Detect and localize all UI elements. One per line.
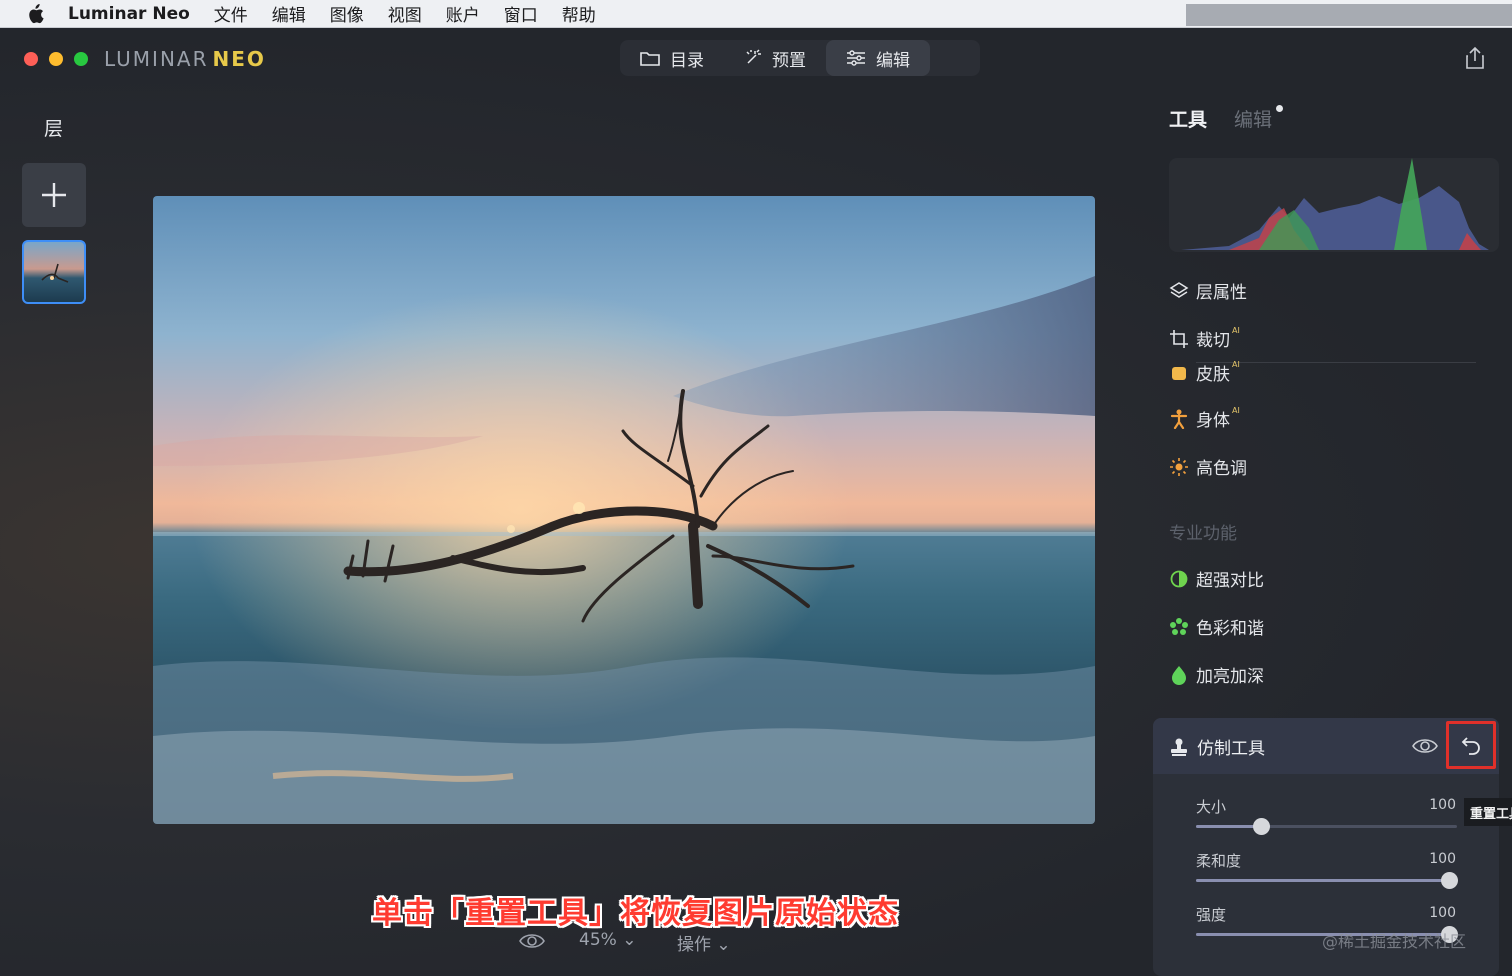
ai-badge: AI bbox=[1232, 360, 1240, 369]
tool-color-harmony-label: 色彩和谐 bbox=[1196, 619, 1264, 639]
menu-app-name[interactable]: Luminar Neo bbox=[68, 4, 190, 24]
menu-window[interactable]: 窗口 bbox=[504, 1, 538, 26]
ai-badge: AI bbox=[1232, 406, 1240, 415]
menubar-status-area bbox=[1186, 4, 1512, 26]
tool-crop-label: 裁切 bbox=[1196, 331, 1230, 351]
before-after-eye-icon[interactable] bbox=[518, 932, 546, 950]
eye-icon[interactable] bbox=[1411, 737, 1439, 755]
tab-edit-label: 编辑 bbox=[876, 50, 910, 71]
slider-opacity-label: 强度 bbox=[1196, 906, 1227, 924]
tool-skin[interactable]: 皮肤 AI bbox=[1168, 360, 1240, 385]
tool-high-key[interactable]: 高色调 bbox=[1168, 454, 1247, 479]
magic-wand-icon bbox=[744, 49, 762, 67]
tab-catalog[interactable]: 目录 bbox=[620, 40, 724, 76]
menu-edit[interactable]: 编辑 bbox=[272, 1, 306, 26]
tool-layer-properties-label: 层属性 bbox=[1196, 283, 1247, 303]
histogram bbox=[1169, 158, 1499, 252]
menu-account[interactable]: 账户 bbox=[446, 1, 480, 26]
logo-text-luminar: LUMINAR bbox=[104, 47, 209, 71]
plus-icon bbox=[42, 183, 66, 207]
layer-thumbnail[interactable] bbox=[22, 240, 86, 304]
stamp-icon bbox=[1169, 737, 1189, 757]
minimize-window-button[interactable] bbox=[49, 52, 63, 66]
app-window: LUMINAR NEO 目录 预置 编辑 层 单击「重置工具」将恢复图片原始状态… bbox=[0, 28, 1512, 976]
reset-tool-button[interactable] bbox=[1446, 721, 1496, 769]
mode-tabs: 目录 预置 编辑 bbox=[620, 40, 980, 76]
menu-file[interactable]: 文件 bbox=[214, 1, 248, 26]
tool-body-label: 身体 bbox=[1196, 411, 1230, 431]
menu-view[interactable]: 视图 bbox=[388, 1, 422, 26]
app-logo: LUMINAR NEO bbox=[104, 47, 266, 71]
slider-softness-value: 100 bbox=[1429, 851, 1456, 867]
slider-softness-fill bbox=[1196, 879, 1450, 882]
close-window-button[interactable] bbox=[24, 52, 38, 66]
tool-body[interactable]: 身体 AI bbox=[1168, 406, 1240, 431]
slider-size-fill bbox=[1196, 825, 1262, 828]
contrast-icon bbox=[1168, 568, 1190, 590]
slider-softness-label: 柔和度 bbox=[1196, 852, 1242, 870]
slider-size-value: 100 bbox=[1429, 797, 1456, 813]
clone-tool-title: 仿制工具 bbox=[1197, 739, 1265, 759]
sliders-icon bbox=[846, 50, 866, 66]
tool-dodge-burn-label: 加亮加深 bbox=[1196, 667, 1264, 687]
chevron-down-icon: ⌄ bbox=[622, 930, 637, 950]
tool-skin-label: 皮肤 bbox=[1196, 365, 1230, 385]
ai-badge: AI bbox=[1232, 326, 1240, 335]
tool-color-harmony[interactable]: 色彩和谐 bbox=[1168, 614, 1264, 639]
tool-layer-properties[interactable]: 层属性 bbox=[1168, 278, 1247, 303]
clone-tool-title-row: 仿制工具 bbox=[1169, 734, 1265, 759]
tab-catalog-label: 目录 bbox=[670, 50, 704, 71]
tab-presets[interactable]: 预置 bbox=[724, 40, 826, 76]
share-icon[interactable] bbox=[1464, 46, 1486, 70]
tab-edits[interactable]: 编辑 bbox=[1234, 105, 1272, 132]
slider-opacity-value: 100 bbox=[1429, 905, 1456, 921]
operations-dropdown[interactable]: 操作 ⌄ bbox=[677, 930, 731, 955]
high-key-icon bbox=[1168, 456, 1190, 478]
reset-tool-tooltip: 重置工具 bbox=[1464, 798, 1512, 826]
slider-size-label: 大小 bbox=[1196, 798, 1227, 816]
add-layer-button[interactable] bbox=[22, 163, 86, 227]
edits-indicator-dot bbox=[1276, 105, 1283, 112]
tool-crop[interactable]: 裁切 AI bbox=[1168, 326, 1240, 351]
title-bar: LUMINAR NEO 目录 预置 编辑 bbox=[0, 28, 1512, 88]
annotation-caption: 单击「重置工具」将恢复图片原始状态 bbox=[372, 896, 899, 931]
tool-supercontrast-label: 超强对比 bbox=[1196, 571, 1264, 591]
layers-panel-title: 层 bbox=[44, 118, 64, 140]
slider-softness[interactable] bbox=[1196, 872, 1459, 889]
menu-image[interactable]: 图像 bbox=[330, 1, 364, 26]
tool-supercontrast[interactable]: 超强对比 bbox=[1168, 566, 1264, 591]
zoom-window-button[interactable] bbox=[74, 52, 88, 66]
menu-bar: Luminar Neo 文件 编辑 图像 视图 账户 窗口 帮助 bbox=[0, 0, 1512, 28]
layers-icon bbox=[1168, 280, 1190, 302]
tool-dodge-burn[interactable]: 加亮加深 bbox=[1168, 662, 1264, 687]
clone-tool-header[interactable]: 仿制工具 bbox=[1153, 718, 1499, 774]
tab-presets-label: 预置 bbox=[772, 50, 806, 71]
undo-icon bbox=[1461, 737, 1480, 755]
tab-edit[interactable]: 编辑 bbox=[826, 40, 930, 76]
body-icon bbox=[1168, 408, 1190, 430]
menu-help[interactable]: 帮助 bbox=[562, 1, 596, 26]
pro-section-title: 专业功能 bbox=[1169, 524, 1237, 544]
tool-high-key-label: 高色调 bbox=[1196, 459, 1247, 479]
zoom-dropdown[interactable]: 45% ⌄ bbox=[579, 930, 636, 950]
slider-size[interactable] bbox=[1196, 818, 1457, 835]
photo-canvas[interactable] bbox=[153, 196, 1095, 824]
tab-tools[interactable]: 工具 bbox=[1169, 105, 1207, 132]
skin-icon bbox=[1168, 362, 1190, 384]
apple-icon[interactable] bbox=[24, 3, 46, 25]
crop-icon bbox=[1168, 328, 1190, 350]
chevron-down-icon: ⌄ bbox=[716, 935, 731, 955]
logo-text-neo: NEO bbox=[212, 47, 266, 71]
dodge-burn-icon bbox=[1168, 664, 1190, 686]
zoom-value: 45% bbox=[579, 930, 617, 950]
operations-label: 操作 bbox=[677, 935, 711, 955]
folder-icon bbox=[640, 50, 660, 66]
watermark: @稀土掘金技术社区 bbox=[1322, 932, 1467, 951]
color-harmony-icon bbox=[1168, 616, 1190, 638]
